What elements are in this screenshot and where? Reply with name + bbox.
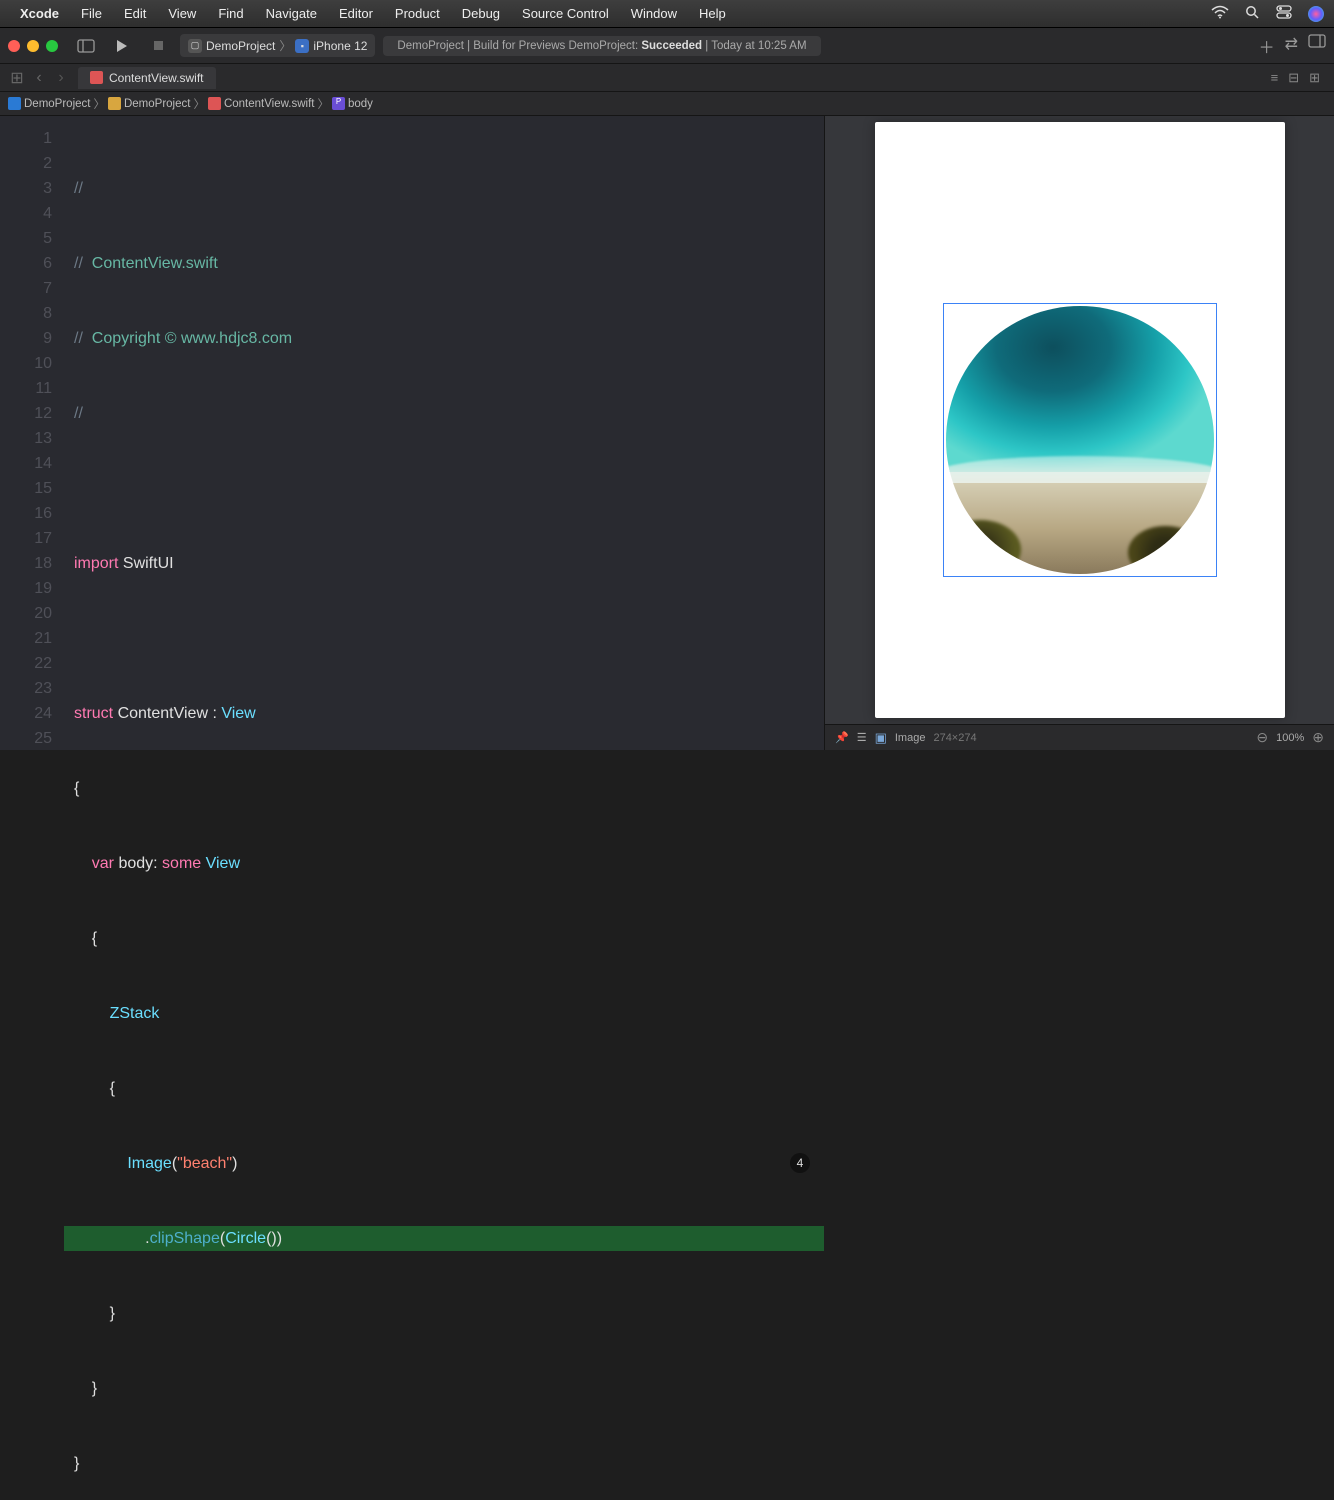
menu-find[interactable]: Find [218, 6, 243, 21]
editor-options-button[interactable]: ⊟ [1288, 70, 1299, 86]
run-button[interactable] [108, 34, 136, 58]
scheme-project-label: DemoProject [206, 39, 275, 53]
scheme-device-label: iPhone 12 [313, 39, 367, 53]
jump-bar[interactable]: DemoProject 〉 DemoProject 〉 ContentView.… [0, 92, 1334, 116]
add-button[interactable]: ＋ [1259, 34, 1275, 58]
zoom-level[interactable]: 100% [1276, 732, 1304, 744]
control-center-icon[interactable] [1276, 5, 1292, 22]
related-items-button[interactable]: ⊞ [6, 67, 28, 89]
menu-window[interactable]: Window [631, 6, 677, 21]
property-icon: P [332, 97, 345, 110]
preview-settings-button[interactable]: ☰ [857, 731, 867, 744]
minimize-window-button[interactable] [27, 40, 39, 52]
code-review-button[interactable]: ⇄ [1285, 34, 1298, 58]
app-icon: ▢ [188, 39, 202, 53]
back-button[interactable]: ‹ [28, 67, 50, 89]
menu-source-control[interactable]: Source Control [522, 6, 609, 21]
swift-icon [208, 97, 221, 110]
jumpbar-file[interactable]: ContentView.swift [224, 98, 315, 110]
menu-edit[interactable]: Edit [124, 6, 146, 21]
menu-file[interactable]: File [81, 6, 102, 21]
stop-button[interactable] [144, 34, 172, 58]
element-label: Image [895, 732, 926, 744]
device-icon: ▪ [295, 39, 309, 53]
window-controls [8, 40, 58, 52]
selected-view-outline[interactable] [943, 303, 1217, 577]
siri-icon[interactable] [1308, 6, 1324, 22]
toggle-navigator-button[interactable] [72, 34, 100, 58]
folder-icon [108, 97, 121, 110]
menu-editor[interactable]: Editor [339, 6, 373, 21]
jumpbar-project[interactable]: DemoProject [24, 98, 90, 110]
menu-debug[interactable]: Debug [462, 6, 500, 21]
jumpbar-folder[interactable]: DemoProject [124, 98, 190, 110]
jumpbar-symbol[interactable]: body [348, 98, 373, 110]
xcode-toolbar: ▢ DemoProject 〉 ▪ iPhone 12 DemoProject … [0, 28, 1334, 64]
menu-help[interactable]: Help [699, 6, 726, 21]
source-editor[interactable]: 1234567891011121314151617181920212223242… [0, 116, 824, 750]
change-badge[interactable]: 4 [790, 1153, 810, 1173]
code-content[interactable]: // // ContentView.swift // Copyright © w… [64, 116, 824, 750]
canvas-area[interactable] [825, 116, 1334, 724]
swift-file-icon [90, 71, 103, 84]
menu-navigate[interactable]: Navigate [266, 6, 317, 21]
menu-app[interactable]: Xcode [20, 6, 59, 21]
activity-status[interactable]: DemoProject | Build for Previews DemoPro… [383, 36, 820, 56]
macos-menubar: Xcode File Edit View Find Navigate Edito… [0, 0, 1334, 28]
preview-canvas: 📌 ☰ ▣ Image 274×274 ⊖ 100% ⊕ [824, 116, 1334, 750]
tab-filename: ContentView.swift [109, 71, 204, 85]
clipped-image-preview [946, 306, 1214, 574]
wifi-icon[interactable] [1211, 5, 1229, 22]
image-type-icon: ▣ [875, 730, 887, 746]
editor-tab[interactable]: ContentView.swift [78, 67, 216, 89]
project-icon [8, 97, 21, 110]
forward-button[interactable]: › [50, 67, 72, 89]
toggle-inspector-button[interactable] [1308, 34, 1326, 58]
status-result: Succeeded [641, 40, 702, 52]
element-size: 274×274 [933, 732, 976, 744]
zoom-in-button[interactable]: ⊕ [1312, 729, 1324, 746]
add-editor-button[interactable]: ⊞ [1309, 70, 1320, 86]
zoom-window-button[interactable] [46, 40, 58, 52]
search-icon[interactable] [1245, 5, 1260, 23]
preview-footer: 📌 ☰ ▣ Image 274×274 ⊖ 100% ⊕ [825, 724, 1334, 750]
menu-product[interactable]: Product [395, 6, 440, 21]
device-preview [875, 122, 1285, 718]
editor-tabbar: ⊞ ‹ › ContentView.swift ≡ ⊟ ⊞ [0, 64, 1334, 92]
status-time: | Today at 10:25 AM [702, 40, 806, 52]
menu-view[interactable]: View [168, 6, 196, 21]
pin-preview-button[interactable]: 📌 [835, 731, 849, 744]
line-gutter: 1234567891011121314151617181920212223242… [0, 116, 64, 750]
zoom-out-button[interactable]: ⊖ [1256, 729, 1268, 746]
status-prefix: DemoProject | Build for Previews DemoPro… [397, 40, 641, 52]
close-window-button[interactable] [8, 40, 20, 52]
minimap-button[interactable]: ≡ [1271, 70, 1279, 86]
scheme-selector[interactable]: ▢ DemoProject 〉 ▪ iPhone 12 [180, 34, 375, 57]
